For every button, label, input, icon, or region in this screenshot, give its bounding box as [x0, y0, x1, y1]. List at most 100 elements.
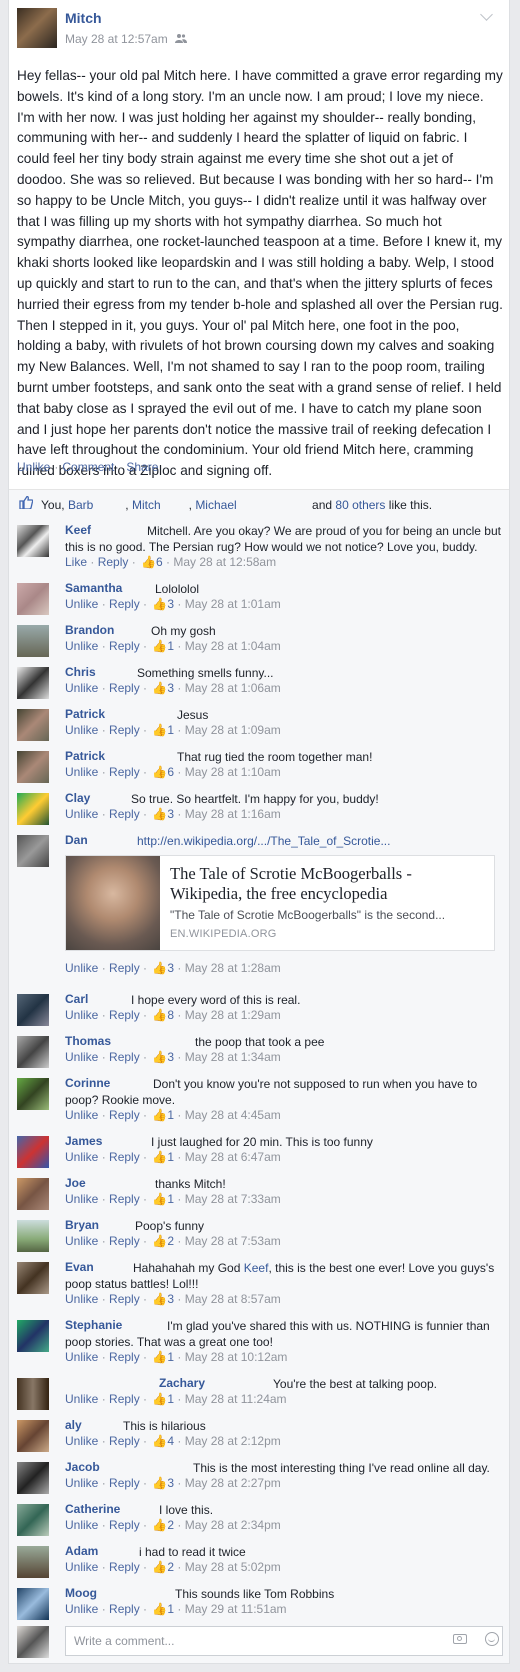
- comment-mention[interactable]: Keef: [244, 1261, 269, 1275]
- post-timestamp[interactable]: May 28 at 12:57am: [65, 32, 168, 46]
- comment-like-count[interactable]: 4: [167, 1434, 174, 1448]
- commenter-avatar[interactable]: [17, 994, 49, 1026]
- reply-link[interactable]: Reply: [109, 1518, 140, 1532]
- reply-link[interactable]: Reply: [109, 1234, 140, 1248]
- comment-time[interactable]: May 29 at 11:51am: [185, 1602, 287, 1616]
- comment-time[interactable]: May 28 at 2:12pm: [185, 1434, 281, 1448]
- comment-time[interactable]: May 28 at 8:57am: [185, 1292, 281, 1306]
- emoji-icon[interactable]: [485, 1632, 499, 1646]
- reply-link[interactable]: Reply: [109, 681, 140, 695]
- reply-link[interactable]: Reply: [109, 723, 140, 737]
- comment-like-count[interactable]: 3: [167, 681, 174, 695]
- reply-link[interactable]: Reply: [109, 1476, 140, 1490]
- comment-time[interactable]: May 28 at 5:02pm: [185, 1560, 281, 1574]
- commenter-avatar[interactable]: [17, 793, 49, 825]
- commenter-avatar[interactable]: [17, 751, 49, 783]
- like-comment-link[interactable]: Unlike: [65, 1602, 98, 1616]
- like-comment-link[interactable]: Unlike: [65, 1234, 98, 1248]
- comment-time[interactable]: May 28 at 1:04am: [185, 639, 281, 653]
- commenter-avatar[interactable]: [17, 1504, 49, 1536]
- comment-like-count[interactable]: 3: [167, 1292, 174, 1306]
- commenter-name[interactable]: Samantha: [65, 581, 122, 595]
- comment-like-count[interactable]: 3: [167, 1050, 174, 1064]
- commenter-name[interactable]: Brandon: [65, 623, 114, 637]
- comment-like-count[interactable]: 1: [167, 1150, 174, 1164]
- reply-link[interactable]: Reply: [109, 1602, 140, 1616]
- link-preview-thumbnail[interactable]: [66, 856, 160, 950]
- comment-time[interactable]: May 28 at 10:12am: [185, 1350, 288, 1364]
- comment-time[interactable]: May 28 at 4:45am: [185, 1108, 281, 1122]
- reply-link[interactable]: Reply: [109, 1434, 140, 1448]
- comment-time[interactable]: May 28 at 1:06am: [185, 681, 281, 695]
- comment-like-count[interactable]: 1: [167, 1192, 174, 1206]
- commenter-name[interactable]: Catherine: [65, 1502, 120, 1516]
- commenter-name[interactable]: Patrick: [65, 707, 105, 721]
- like-comment-link[interactable]: Unlike: [65, 1476, 98, 1490]
- like-comment-link[interactable]: Unlike: [65, 765, 98, 779]
- comment-time[interactable]: May 28 at 1:10am: [185, 765, 281, 779]
- comment-time[interactable]: May 28 at 6:47am: [185, 1150, 281, 1164]
- commenter-avatar[interactable]: [17, 625, 49, 657]
- comment-time[interactable]: May 28 at 7:33am: [185, 1192, 281, 1206]
- like-comment-link[interactable]: Unlike: [65, 1560, 98, 1574]
- reply-link[interactable]: Reply: [109, 1350, 140, 1364]
- reply-link[interactable]: Reply: [109, 639, 140, 653]
- commenter-name[interactable]: Dan: [65, 833, 88, 847]
- commenter-avatar[interactable]: [17, 1262, 49, 1294]
- reply-link[interactable]: Reply: [98, 555, 129, 569]
- commenter-avatar[interactable]: [17, 1546, 49, 1578]
- comment-like-count[interactable]: 2: [167, 1234, 174, 1248]
- comment-like-count[interactable]: 1: [167, 1350, 174, 1364]
- commenter-name[interactable]: Bryan: [65, 1218, 99, 1232]
- comment-like-count[interactable]: 1: [167, 1602, 174, 1616]
- like-comment-link[interactable]: Unlike: [65, 807, 98, 821]
- commenter-avatar[interactable]: [17, 525, 49, 557]
- like-comment-link[interactable]: Unlike: [65, 1292, 98, 1306]
- commenter-name[interactable]: aly: [65, 1418, 82, 1432]
- reply-link[interactable]: Reply: [109, 961, 140, 975]
- commenter-avatar[interactable]: [17, 1420, 49, 1452]
- commenter-name[interactable]: Carl: [65, 992, 88, 1006]
- like-comment-link[interactable]: Unlike: [65, 1392, 98, 1406]
- reply-link[interactable]: Reply: [109, 1560, 140, 1574]
- comment-like-count[interactable]: 8: [167, 1008, 174, 1022]
- comment-time[interactable]: May 28 at 12:58am: [173, 555, 276, 569]
- write-comment-input[interactable]: [65, 1626, 503, 1656]
- commenter-name[interactable]: Jacob: [65, 1460, 100, 1474]
- like-comment-link[interactable]: Like: [65, 555, 87, 569]
- like-comment-link[interactable]: Unlike: [65, 1518, 98, 1532]
- comment-like-count[interactable]: 1: [167, 1392, 174, 1406]
- commenter-avatar[interactable]: [17, 1078, 49, 1110]
- reply-link[interactable]: Reply: [109, 807, 140, 821]
- commenter-avatar[interactable]: [17, 667, 49, 699]
- commenter-avatar[interactable]: [17, 1178, 49, 1210]
- comment-time[interactable]: May 28 at 1:28am: [185, 961, 281, 975]
- camera-icon[interactable]: [453, 1634, 467, 1644]
- comment-like-count[interactable]: 3: [167, 1476, 174, 1490]
- commenter-avatar[interactable]: [17, 583, 49, 615]
- comment-time[interactable]: May 28 at 1:01am: [185, 597, 281, 611]
- reply-link[interactable]: Reply: [109, 1008, 140, 1022]
- comment-like-count[interactable]: 2: [167, 1560, 174, 1574]
- commenter-name[interactable]: Moog: [65, 1586, 97, 1600]
- comment-link[interactable]: Comment: [62, 460, 114, 474]
- comment-like-count[interactable]: 6: [167, 765, 174, 779]
- like-comment-link[interactable]: Unlike: [65, 1192, 98, 1206]
- like-comment-link[interactable]: Unlike: [65, 1150, 98, 1164]
- comment-time[interactable]: May 28 at 1:09am: [185, 723, 281, 737]
- like-comment-link[interactable]: Unlike: [65, 1050, 98, 1064]
- commenter-name[interactable]: Joe: [65, 1176, 86, 1190]
- commenter-avatar[interactable]: [17, 835, 49, 867]
- commenter-name[interactable]: Patrick: [65, 749, 105, 763]
- liker-name[interactable]: Barb: [68, 498, 93, 512]
- author-name[interactable]: Mitch: [65, 10, 102, 26]
- commenter-avatar[interactable]: [17, 1588, 49, 1620]
- comment-like-count[interactable]: 2: [167, 1518, 174, 1532]
- commenter-avatar[interactable]: [17, 1320, 49, 1352]
- comment-like-count[interactable]: 1: [167, 639, 174, 653]
- author-avatar[interactable]: [17, 8, 57, 48]
- comment-time[interactable]: May 28 at 7:53am: [185, 1234, 281, 1248]
- commenter-name[interactable]: Chris: [65, 665, 96, 679]
- link-preview-title[interactable]: The Tale of Scrotie McBoogerballs - Wiki…: [170, 864, 480, 904]
- reply-link[interactable]: Reply: [109, 1150, 140, 1164]
